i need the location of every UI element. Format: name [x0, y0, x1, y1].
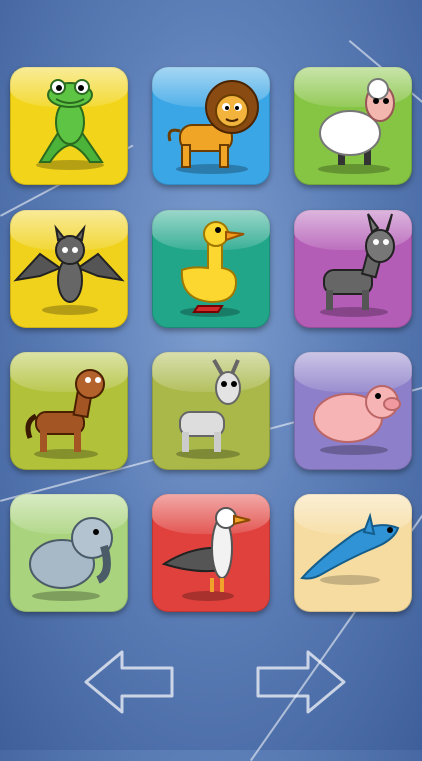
horse-icon [25, 369, 105, 459]
animal-tile-elephant[interactable] [10, 494, 128, 612]
animal-tile-frog[interactable] [10, 67, 128, 185]
donkey-icon [320, 213, 395, 317]
frog-icon [36, 79, 104, 170]
elephant-icon [29, 517, 113, 601]
animal-tile-goat[interactable] [152, 352, 270, 470]
animal-tile-seagull[interactable] [152, 494, 270, 612]
animal-tile-donkey[interactable] [294, 210, 412, 328]
animal-tile-pig[interactable] [294, 352, 412, 470]
animal-tile-duck[interactable] [152, 210, 270, 328]
pig-icon [313, 385, 401, 455]
goat-icon [176, 359, 241, 459]
bat-icon [13, 224, 125, 315]
duck-icon [180, 221, 245, 317]
arrow-right-icon[interactable] [250, 646, 348, 718]
animal-tile-bat[interactable] [10, 210, 128, 328]
seagull-icon [161, 507, 251, 601]
animal-tile-dolphin[interactable] [294, 494, 412, 612]
animal-tile-lion[interactable] [152, 67, 270, 185]
sheep-icon [318, 78, 395, 174]
arrow-left-icon[interactable] [82, 646, 180, 718]
dolphin-icon [300, 512, 400, 585]
animal-tile-sheep[interactable] [294, 67, 412, 185]
lion-icon [167, 80, 259, 174]
animal-tile-horse[interactable] [10, 352, 128, 470]
